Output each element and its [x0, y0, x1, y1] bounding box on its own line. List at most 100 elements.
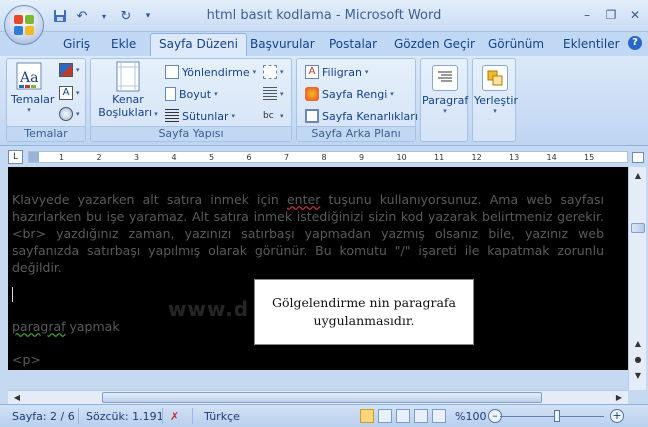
- chevron-down-icon: ▾: [27, 106, 31, 114]
- group-sayfa-yapisi: Kenar Boşlukları ▾ Yönlendirme ▾ Boyut ▾ S…: [90, 58, 292, 142]
- browse-object-icon[interactable]: ●: [631, 353, 645, 367]
- line2-word: paragraf: [12, 319, 66, 334]
- sayfa-kenarliklari-button[interactable]: Sayfa Kenarlıkları: [305, 109, 418, 123]
- tab-selector-icon[interactable]: L: [8, 150, 23, 164]
- group-label-sayfa-arka-plani: Sayfa Arka Planı: [297, 126, 415, 141]
- ruler-number: 1: [59, 153, 65, 162]
- document-paragraph: Klavyede yazarken alt satıra inmek için …: [12, 191, 604, 276]
- ribbon: Aa Temalar ▾ ▾ A ▾ ▾ Temalar Kenar Boşluk…: [0, 56, 648, 146]
- document-line-p-tag: <p>: [12, 352, 41, 367]
- margins-icon: [113, 61, 143, 93]
- chevron-down-icon: ▾: [443, 107, 447, 115]
- ruler-number: 7: [284, 153, 290, 162]
- ruler-number: 9: [359, 153, 365, 162]
- boyut-label: Boyut: [179, 87, 212, 101]
- kenar-bosluklari-button[interactable]: Kenar Boşlukları ▾: [95, 61, 161, 119]
- status-page[interactable]: Sayfa: 2 / 6: [12, 410, 75, 423]
- ruler-number: 14: [546, 153, 557, 162]
- ruler-number: 2: [96, 153, 102, 162]
- boyut-button[interactable]: Boyut ▾: [165, 87, 218, 101]
- theme-effects-button[interactable]: ▾: [59, 107, 80, 121]
- tab-postalar[interactable]: Postalar: [329, 37, 377, 51]
- vertical-scrollbar[interactable]: ▲ ▲ ● ▼: [628, 167, 646, 390]
- breaks-icon: [263, 65, 277, 79]
- scroll-left-icon[interactable]: ◀: [10, 391, 24, 405]
- status-words[interactable]: Sözcük: 1.191: [86, 410, 164, 423]
- bosluklari-label-row: Boşlukları ▾: [95, 106, 161, 119]
- paragraf-button[interactable]: Paragraf ▾: [422, 61, 468, 115]
- kenar-label: Kenar: [112, 93, 144, 106]
- breaks-button[interactable]: ▾: [263, 65, 284, 79]
- ruler-toggle-icon[interactable]: [632, 152, 644, 163]
- ruler-row: L 1 2 3 4 5 6 7 8 9 10 11 12 13 14 15: [0, 147, 648, 167]
- temalar-button[interactable]: Aa Temalar ▾: [11, 61, 55, 114]
- columns-icon: [165, 109, 179, 123]
- title-bar: ↶ ▾ ↻ ▾ html basıt kodlama - Microsoft W…: [0, 0, 648, 32]
- ruler-left-margin: [29, 152, 39, 162]
- print-layout-view-icon[interactable]: [360, 409, 374, 423]
- svg-text:Aa: Aa: [19, 70, 38, 86]
- hyphenation-button[interactable]: bc ▾: [263, 109, 284, 123]
- sutunlar-label: Sütunlar: [182, 109, 229, 123]
- callout-line-1: Gölgelendirme nin paragrafa: [271, 295, 456, 310]
- line2-rest: yapmak: [65, 319, 120, 334]
- orientation-icon: [165, 65, 179, 79]
- tab-eklentiler[interactable]: Eklentiler: [563, 37, 620, 51]
- restore-icon[interactable]: ❐: [604, 8, 618, 22]
- zoom-slider-track[interactable]: [500, 416, 604, 417]
- watermark-text: www.d: [168, 297, 250, 321]
- theme-fonts-icon: A: [59, 86, 73, 100]
- web-layout-view-icon[interactable]: [396, 409, 410, 423]
- close-icon[interactable]: ✕: [628, 8, 642, 22]
- zoom-slider-thumb[interactable]: [554, 410, 560, 422]
- tab-gozden-gecir[interactable]: Gözden Geçir: [394, 37, 475, 51]
- scroll-right-icon[interactable]: ▶: [612, 391, 626, 405]
- temalar-label: Temalar: [11, 93, 55, 106]
- zoom-in-icon[interactable]: +: [610, 409, 624, 423]
- office-button[interactable]: [4, 5, 44, 45]
- vertical-scroll-thumb[interactable]: [631, 223, 645, 233]
- yerlestir-button[interactable]: Yerleştir ▾: [474, 61, 518, 115]
- document-line-paragraf: paragraf yapmak: [12, 319, 120, 334]
- outline-view-icon[interactable]: [414, 409, 428, 423]
- ribbon-tabs: Giriş Ekle Sayfa Düzeni Başvurular Posta…: [0, 32, 648, 57]
- previous-page-icon[interactable]: ▲: [631, 337, 645, 351]
- ruler-number: 12: [471, 153, 482, 162]
- help-icon[interactable]: ?: [628, 36, 642, 50]
- yonlendirme-label: Yönlendirme: [182, 65, 250, 79]
- ruler-number: 13: [509, 153, 520, 162]
- tab-basvurular[interactable]: Başvurular: [250, 37, 315, 51]
- paragraf-label: Paragraf: [422, 94, 469, 107]
- horizontal-scroll-thumb[interactable]: [102, 392, 542, 403]
- draft-view-icon[interactable]: [432, 409, 446, 423]
- chevron-down-icon: ▾: [493, 107, 497, 115]
- text-cursor: [12, 287, 13, 302]
- full-screen-view-icon[interactable]: [378, 409, 392, 423]
- tab-ekle[interactable]: Ekle: [111, 37, 136, 51]
- proofing-icon[interactable]: ✗: [170, 410, 179, 423]
- zoom-level[interactable]: %100: [455, 410, 486, 423]
- sutunlar-button[interactable]: Sütunlar ▾: [165, 109, 235, 123]
- line-numbers-button[interactable]: ▾: [263, 87, 284, 101]
- horizontal-ruler[interactable]: 1 2 3 4 5 6 7 8 9 10 11 12 13 14 15: [28, 151, 628, 163]
- tab-sayfa-duzeni[interactable]: Sayfa Düzeni: [150, 33, 247, 57]
- filigran-button[interactable]: A Filigran ▾: [305, 65, 368, 79]
- theme-fonts-button[interactable]: A ▾: [59, 86, 80, 100]
- kenarliklar-label: Sayfa Kenarlıkları: [322, 109, 418, 123]
- theme-colors-button[interactable]: ▾: [59, 63, 80, 77]
- yerlestir-label: Yerleştir: [474, 94, 518, 107]
- ruler-number: 5: [209, 153, 215, 162]
- status-language[interactable]: Türkçe: [204, 410, 240, 423]
- group-label-temalar: Temalar: [7, 126, 85, 141]
- callout-line-2: uygulanmasıdır.: [313, 313, 415, 328]
- bosluklari-label: Boşlukları: [98, 106, 153, 119]
- next-page-icon[interactable]: ▼: [631, 369, 645, 383]
- sayfa-rengi-button[interactable]: Sayfa Rengi ▾: [305, 87, 394, 101]
- scroll-up-icon[interactable]: ▲: [631, 169, 645, 183]
- page-borders-icon: [305, 109, 319, 123]
- tab-gorunum[interactable]: Görünüm: [488, 37, 544, 51]
- horizontal-scrollbar[interactable]: ◀ ▶: [8, 390, 628, 404]
- tab-giris[interactable]: Giriş: [63, 37, 90, 51]
- minimize-icon[interactable]: –: [580, 8, 594, 22]
- yonlendirme-button[interactable]: Yönlendirme ▾: [165, 65, 256, 79]
